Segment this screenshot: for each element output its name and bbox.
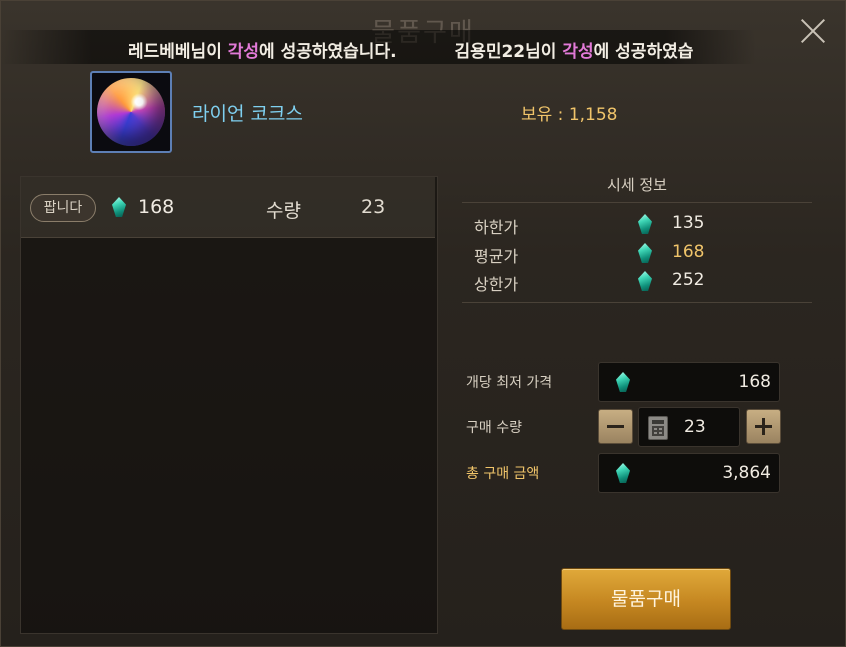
ticker-text: 레드베베님이 (128, 42, 228, 62)
market-row-low: 하한가 135 (462, 210, 812, 238)
divider (462, 302, 812, 303)
total-value: 3,864 (722, 463, 771, 483)
listing-row[interactable]: 팝니다 168 수량 23 (21, 177, 435, 238)
market-row-avg: 평균가 168 (462, 239, 812, 267)
item-name: 라이언 코크스 (192, 103, 303, 125)
gem-icon (616, 372, 630, 392)
ticker-highlight: 각성 (227, 42, 260, 62)
item-slot[interactable] (90, 71, 172, 153)
close-icon[interactable] (796, 14, 830, 48)
plus-icon (762, 418, 765, 435)
gem-icon (638, 243, 652, 263)
market-row-high: 상한가 252 (462, 267, 812, 295)
orb-icon (97, 78, 165, 146)
sell-badge: 팝니다 (30, 194, 96, 222)
unit-price-field: 168 (598, 362, 780, 402)
total-label: 총 구매 금액 (466, 466, 540, 482)
total-field: 3,864 (598, 453, 780, 493)
quantity-row: 구매 수량 23 (466, 407, 786, 447)
market-value: 168 (672, 242, 705, 262)
market-label: 상한가 (474, 275, 519, 294)
listing-qty: 23 (361, 196, 386, 218)
owned-count: 보유 : 1,158 (521, 105, 618, 125)
unit-price-value: 168 (738, 372, 771, 392)
market-value: 252 (672, 270, 705, 290)
market-label: 평균가 (474, 247, 519, 266)
ticker-track: 레드베베님이 각성에 성공하였습니다. 김용민22님이 각성에 성공하였습 (128, 37, 751, 62)
market-value: 135 (672, 213, 705, 233)
quantity-input[interactable]: 23 (638, 407, 740, 447)
divider (462, 202, 812, 203)
ticker-text: 에 성공하였습니다. (259, 42, 397, 62)
notification-ticker: 레드베베님이 각성에 성공하였습니다. 김용민22님이 각성에 성공하였습 (0, 30, 756, 64)
ticker-message: 레드베베님이 각성에 성공하였습니다. (128, 37, 397, 62)
quantity-label: 구매 수량 (466, 420, 522, 436)
ticker-text: 에 성공하였습 (593, 42, 694, 62)
market-title: 시세 정보 (607, 176, 667, 194)
gem-icon (638, 271, 652, 291)
minus-icon (607, 425, 624, 428)
listing-price: 168 (138, 196, 175, 218)
market-label: 하한가 (474, 218, 519, 237)
unit-price-label: 개당 최저 가격 (466, 375, 553, 391)
decrease-button[interactable] (598, 409, 633, 444)
purchase-window: 물품구매 레드베베님이 각성에 성공하였습니다.김용민22님이 각성에 성공하였… (0, 0, 846, 647)
market-info: 시세 정보 하한가 135 평균가 168 상한가 252 (462, 165, 812, 303)
gem-icon (638, 214, 652, 234)
buy-button[interactable]: 물품구매 (561, 568, 731, 630)
quantity-value: 23 (684, 417, 706, 437)
ticker-message: 김용민22님이 각성에 성공하였습 (455, 37, 694, 62)
increase-button[interactable] (746, 409, 781, 444)
total-row: 총 구매 금액 3,864 (466, 453, 786, 493)
ticker-highlight: 각성 (562, 42, 594, 62)
listing-qty-label: 수량 (266, 200, 301, 222)
gem-icon (616, 463, 630, 483)
unit-price-row: 개당 최저 가격 168 (466, 362, 786, 402)
ticker-text: 김용민22님이 (454, 42, 563, 62)
item-header: 라이언 코크스 보유 : 1,158 (0, 64, 846, 160)
listing-panel: 팝니다 168 수량 23 (20, 176, 438, 634)
gem-icon (112, 197, 126, 217)
calculator-icon[interactable] (648, 416, 668, 440)
